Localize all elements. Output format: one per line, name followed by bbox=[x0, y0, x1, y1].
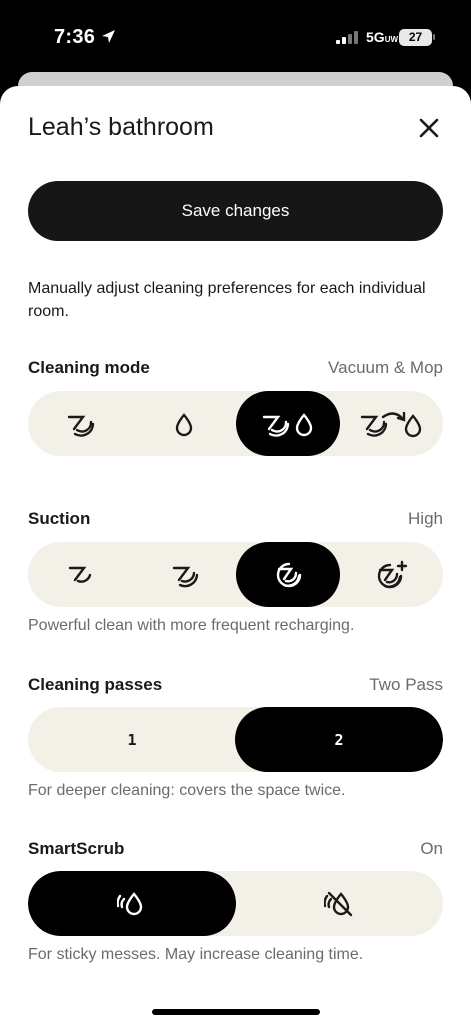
cleaning-mode-label: Cleaning mode bbox=[28, 358, 150, 377]
suction-label: Suction bbox=[28, 509, 91, 528]
vacuum-then-mop-icon bbox=[360, 411, 422, 437]
close-icon[interactable] bbox=[416, 116, 442, 140]
save-changes-button[interactable]: Save changes bbox=[28, 181, 443, 241]
cellular-signal-icon bbox=[336, 31, 358, 49]
battery-tip bbox=[433, 34, 435, 40]
suction-high[interactable] bbox=[236, 542, 340, 607]
cleaning-mode-value: Vacuum & Mop bbox=[328, 358, 443, 377]
suction-low[interactable] bbox=[28, 542, 132, 607]
scrub-off-icon bbox=[324, 891, 353, 916]
room-title: Leah’s bathroom bbox=[28, 113, 214, 141]
scrub-on-icon bbox=[117, 891, 143, 915]
cleaning-passes-selector: 1 2 bbox=[28, 707, 443, 772]
smartscrub-value: On bbox=[420, 839, 443, 858]
passes-help-text: For deeper cleaning: covers the space tw… bbox=[28, 782, 346, 799]
vacuum-icon bbox=[67, 415, 95, 437]
smartscrub-off[interactable] bbox=[235, 871, 443, 936]
location-arrow-icon bbox=[101, 29, 116, 49]
cleaning-mode-vacuum-and-mop[interactable] bbox=[236, 391, 340, 456]
suction-selector bbox=[28, 542, 443, 607]
cleaning-mode-vacuum-then-mop[interactable] bbox=[339, 391, 443, 456]
network-type: 5GUW bbox=[366, 29, 399, 45]
sheet-description: Manually adjust cleaning preferences for… bbox=[28, 280, 426, 320]
cleaning-passes-label: Cleaning passes bbox=[28, 675, 163, 694]
home-indicator[interactable] bbox=[152, 1009, 320, 1015]
suction-max[interactable] bbox=[339, 542, 443, 607]
suction-max-icon bbox=[377, 560, 407, 588]
smartscrub-on[interactable] bbox=[28, 871, 236, 936]
passes-two[interactable]: 2 bbox=[235, 707, 443, 772]
battery-indicator: 27 bbox=[399, 29, 432, 46]
suction-medium-icon bbox=[172, 566, 199, 587]
smartscrub-help-text: For sticky messes. May increase cleaning… bbox=[28, 946, 364, 963]
smartscrub-label: SmartScrub bbox=[28, 839, 125, 858]
suction-low-icon bbox=[68, 566, 92, 583]
smartscrub-selector bbox=[28, 871, 443, 936]
status-bar: 7:36 5GUW 27 bbox=[0, 0, 471, 72]
cleaning-passes-value: Two Pass bbox=[369, 675, 443, 694]
passes-two-label: 2 bbox=[334, 730, 344, 749]
suction-value: High bbox=[408, 509, 443, 528]
passes-one[interactable]: 1 bbox=[28, 707, 236, 772]
cleaning-mode-mop[interactable] bbox=[132, 391, 236, 456]
status-time: 7:36 bbox=[54, 26, 96, 48]
suction-high-icon bbox=[276, 562, 302, 587]
passes-one-label: 1 bbox=[127, 730, 137, 749]
vacuum-and-mop-icon bbox=[262, 412, 313, 437]
suction-medium[interactable] bbox=[132, 542, 236, 607]
cleaning-mode-vacuum[interactable] bbox=[28, 391, 132, 456]
cleaning-mode-selector bbox=[28, 391, 443, 456]
mop-icon bbox=[175, 412, 193, 436]
suction-help-text: Powerful clean with more frequent rechar… bbox=[28, 617, 355, 634]
